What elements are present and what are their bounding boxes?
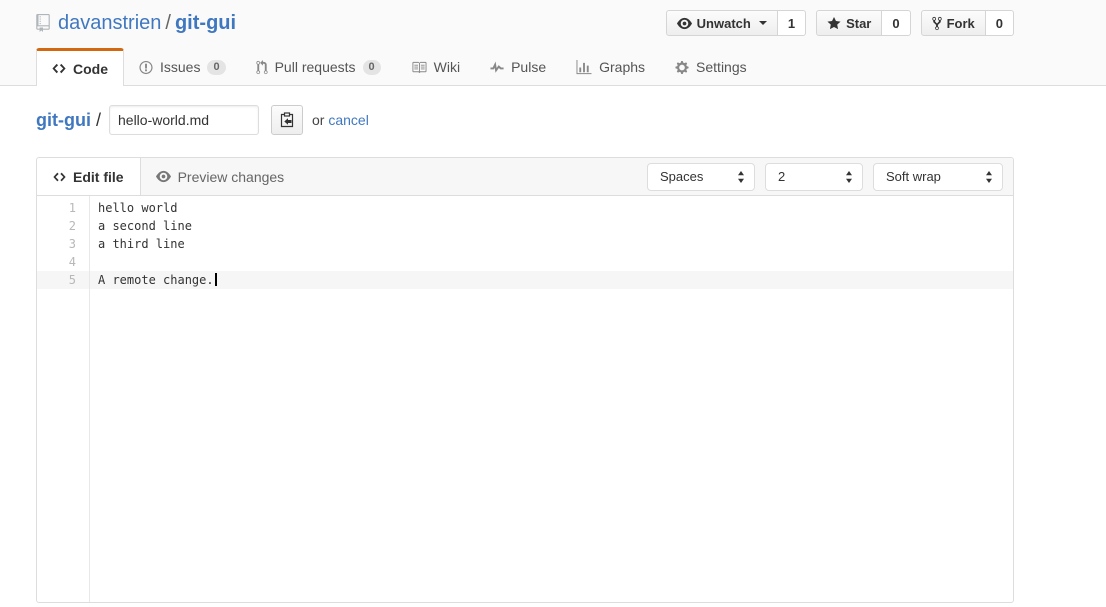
tab-pulse-label: Pulse <box>511 59 546 75</box>
fork-count[interactable]: 0 <box>986 10 1014 36</box>
star-group: Star 0 <box>816 10 911 36</box>
line-text: a third line <box>89 235 185 253</box>
text-cursor <box>215 273 217 286</box>
tab-issues-label: Issues <box>160 59 200 75</box>
line-number: 3 <box>37 235 89 253</box>
tab-settings[interactable]: Settings <box>660 48 762 86</box>
watch-count[interactable]: 1 <box>778 10 806 36</box>
editor-header: Edit file Preview changes Spaces 2 Soft … <box>37 158 1013 196</box>
star-icon <box>827 16 841 31</box>
pull-requests-counter: 0 <box>363 60 381 75</box>
clipboard-arrow-icon <box>279 112 295 128</box>
unwatch-label: Unwatch <box>697 16 751 31</box>
repo-action-buttons: Unwatch 1 Star 0 <box>666 10 1014 36</box>
fork-group: Fork 0 <box>921 10 1014 36</box>
line-number: 5 <box>37 271 89 289</box>
code-line[interactable]: 1 hello world <box>37 199 1013 217</box>
line-number: 4 <box>37 253 89 271</box>
indent-mode-value: Spaces <box>660 169 703 184</box>
line-text <box>89 253 98 271</box>
tab-pull-requests-label: Pull requests <box>275 59 356 75</box>
file-breadcrumb-row: git-gui / or cancel <box>36 105 1014 135</box>
git-pull-request-icon <box>256 60 268 75</box>
cancel-link[interactable]: cancel <box>328 112 368 128</box>
repo-title-row: davanstrien/git-gui Unwatch 1 <box>36 0 1014 37</box>
pulse-icon <box>490 60 504 75</box>
page-header: davanstrien/git-gui Unwatch 1 <box>0 0 1106 86</box>
tab-code-label: Code <box>73 61 108 77</box>
or-text: or <box>312 112 324 128</box>
filename-input[interactable] <box>109 105 259 135</box>
editor-controls: Spaces 2 Soft wrap <box>647 158 1013 195</box>
code-icon <box>53 170 66 184</box>
wrap-mode-select[interactable]: Soft wrap <box>873 163 1003 191</box>
repo-icon <box>36 14 50 32</box>
tab-wiki[interactable]: Wiki <box>396 48 475 86</box>
indent-size-value: 2 <box>778 169 785 184</box>
tab-settings-label: Settings <box>696 59 747 75</box>
tab-wiki-label: Wiki <box>434 59 460 75</box>
line-text-content: A remote change. <box>98 273 214 287</box>
line-number: 1 <box>37 199 89 217</box>
issue-opened-icon <box>139 60 153 75</box>
star-label: Star <box>846 16 871 31</box>
gutter-divider <box>89 196 90 603</box>
repo-breadcrumb: davanstrien/git-gui <box>58 12 236 35</box>
tab-graphs-label: Graphs <box>599 59 645 75</box>
code-line[interactable]: 2 a second line <box>37 217 1013 235</box>
watch-group: Unwatch 1 <box>666 10 806 36</box>
breadcrumb-repo-link[interactable]: git-gui <box>36 110 91 131</box>
or-cancel-text: or cancel <box>312 112 369 128</box>
gear-icon <box>675 60 689 75</box>
star-count[interactable]: 0 <box>882 10 910 36</box>
fork-label: Fork <box>947 16 975 31</box>
unwatch-button[interactable]: Unwatch <box>666 10 778 36</box>
eye-icon <box>677 16 692 31</box>
code-icon <box>52 61 66 76</box>
chevron-down-icon <box>759 21 767 25</box>
line-text: hello world <box>89 199 177 217</box>
code-line-active[interactable]: 5 A remote change. <box>37 271 1013 289</box>
up-down-arrows-icon <box>845 171 853 186</box>
copy-path-button[interactable] <box>271 105 303 135</box>
wrap-mode-value: Soft wrap <box>886 169 941 184</box>
tab-preview-changes[interactable]: Preview changes <box>141 158 300 195</box>
indent-mode-select[interactable]: Spaces <box>647 163 755 191</box>
line-text: A remote change. <box>89 271 217 289</box>
star-button[interactable]: Star <box>816 10 882 36</box>
indent-size-select[interactable]: 2 <box>765 163 863 191</box>
repo-nav: Code Issues 0 Pull requests 0 Wiki Pulse <box>36 48 1014 86</box>
issues-counter: 0 <box>207 60 225 75</box>
edit-file-label: Edit file <box>73 169 124 185</box>
breadcrumb-slash: / <box>96 110 101 131</box>
tab-code[interactable]: Code <box>36 48 124 86</box>
repo-owner-link[interactable]: davanstrien <box>58 12 161 34</box>
line-text: a second line <box>89 217 192 235</box>
file-editor: Edit file Preview changes Spaces 2 Soft … <box>36 157 1014 603</box>
repo-name-link[interactable]: git-gui <box>175 12 236 34</box>
code-editor-area[interactable]: 1 hello world 2 a second line 3 a third … <box>37 196 1013 603</box>
tab-edit-file[interactable]: Edit file <box>37 158 141 195</box>
bar-chart-icon <box>576 60 592 75</box>
book-icon <box>411 60 427 75</box>
line-number: 2 <box>37 217 89 235</box>
fork-button[interactable]: Fork <box>921 10 986 36</box>
up-down-arrows-icon <box>737 171 745 186</box>
up-down-arrows-icon <box>985 171 993 186</box>
fork-icon <box>932 16 942 31</box>
preview-changes-label: Preview changes <box>178 169 285 185</box>
eye-icon <box>156 169 171 184</box>
tab-pulse[interactable]: Pulse <box>475 48 561 86</box>
tab-issues[interactable]: Issues 0 <box>124 48 241 86</box>
breadcrumb-separator: / <box>165 12 171 34</box>
tab-graphs[interactable]: Graphs <box>561 48 660 86</box>
code-line[interactable]: 4 <box>37 253 1013 271</box>
tab-pull-requests[interactable]: Pull requests 0 <box>241 48 396 86</box>
code-line[interactable]: 3 a third line <box>37 235 1013 253</box>
